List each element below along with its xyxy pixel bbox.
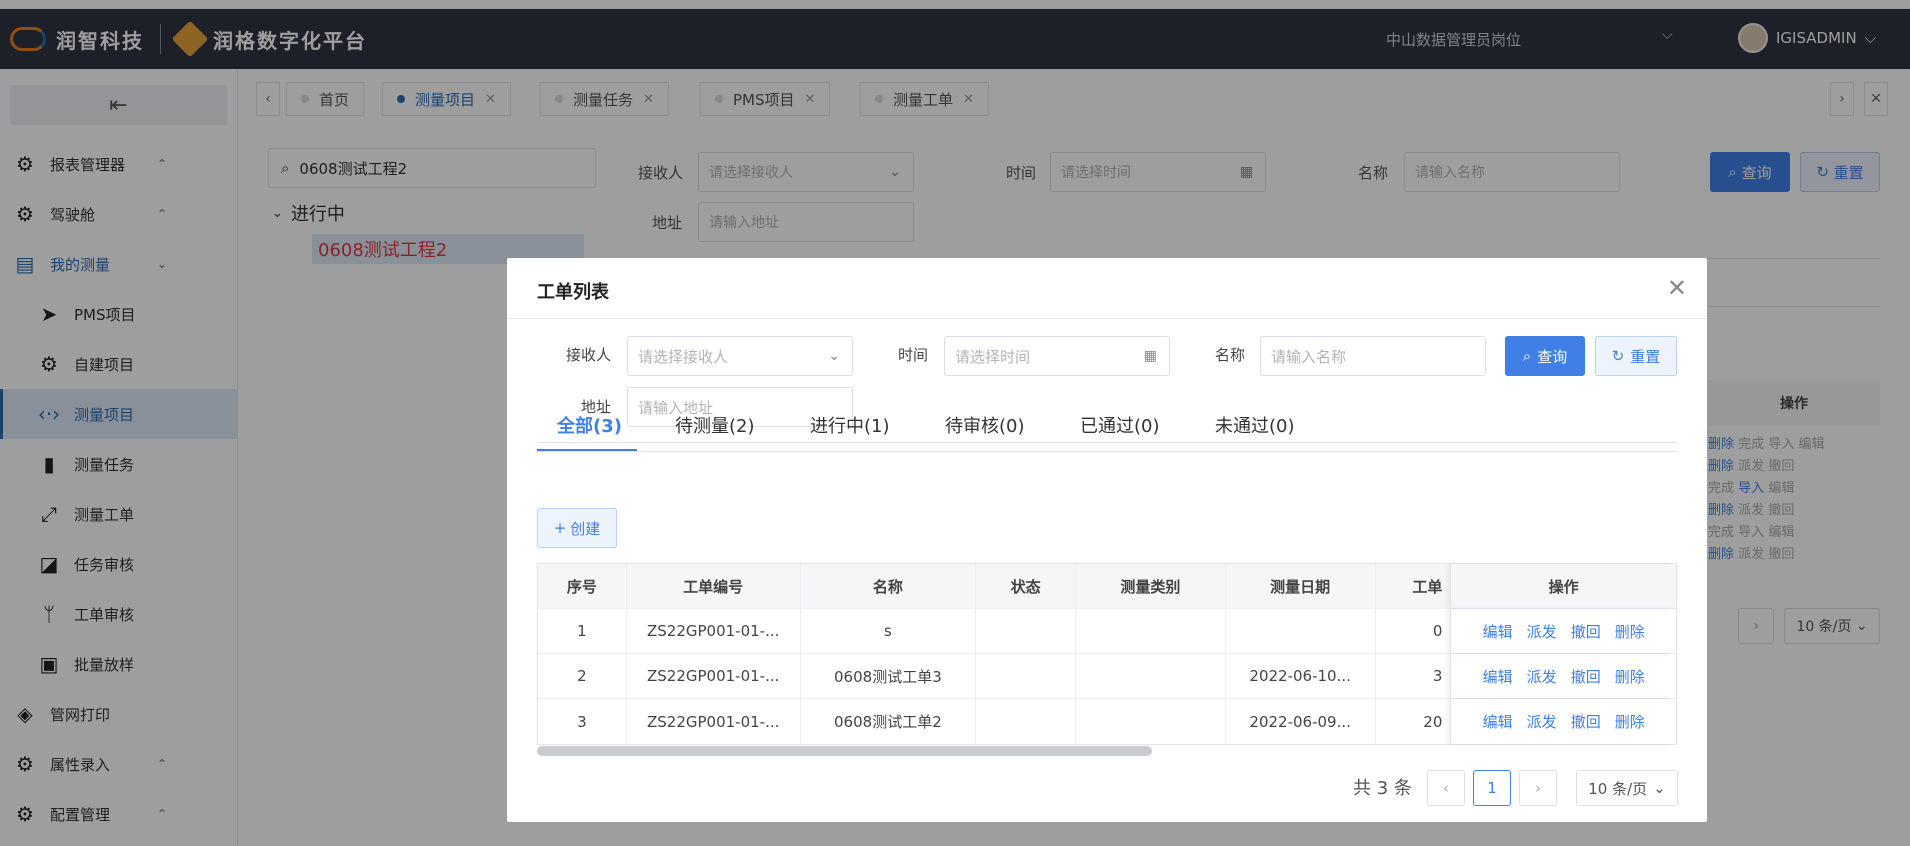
time-picker[interactable]: 请选择时间 ▦ [944,336,1170,376]
tab-pending-review[interactable]: 待审核(0) [945,412,1025,438]
table-cell [1076,699,1226,744]
time-label: 时间 [898,346,929,364]
reset-label: 重置 [1630,347,1661,366]
table-row: 3 ZS22GP001-01-... 0608测试工单2 2022-06-09.… [538,699,1676,744]
divider [507,318,1707,319]
column-header: 工单编号 [627,564,801,608]
workorder-list-dialog: 工单列表 ✕ 接收人 请选择接收人 ⌄ 时间 请选择时间 ▦ 名称 请输入名称 ⌕ 查… [507,258,1707,822]
table-row: 1 ZS22GP001-01-... s 0 编辑 派发 撤回 删除 [538,609,1676,654]
table-cell: 0608测试工单3 [801,654,977,698]
revoke-link[interactable]: 撤回 [1571,666,1601,687]
create-button[interactable]: + 创建 [537,508,617,548]
row-actions: 编辑 派发 撤回 删除 [1451,699,1676,744]
table-header-row: 序号 工单编号 名称 状态 测量类别 测量日期 工单 操作 [538,564,1676,609]
query-button[interactable]: ⌕ 查询 [1505,336,1585,376]
query-label: 查询 [1537,347,1568,366]
table-cell [976,609,1077,653]
column-header: 序号 [538,564,627,608]
table-cell [976,654,1077,698]
refresh-icon: ↻ [1611,347,1625,365]
table-cell: 0 [1376,609,1452,653]
table-cell: 2022-06-10... [1226,654,1376,698]
tab-approved[interactable]: 已通过(0) [1080,412,1160,438]
close-icon[interactable]: ✕ [1667,274,1687,302]
column-header: 操作 [1451,564,1676,608]
table-cell: ZS22GP001-01-... [627,654,801,698]
table-cell: 0608测试工单2 [801,699,977,744]
row-actions: 编辑 派发 撤回 删除 [1451,609,1676,653]
table-cell: 1 [538,609,627,653]
next-page-button[interactable]: › [1519,770,1557,806]
tab-pending-survey[interactable]: 待测量(2) [675,412,755,438]
table-cell: s [801,609,977,653]
delete-link[interactable]: 删除 [1615,711,1645,732]
table-cell: 3 [538,699,627,744]
receiver-placeholder: 请选择接收人 [638,347,729,366]
column-header: 测量类别 [1076,564,1226,608]
row-actions: 编辑 派发 撤回 删除 [1451,654,1676,698]
name-input[interactable]: 请输入名称 [1260,336,1486,376]
table-cell: ZS22GP001-01-... [627,609,801,653]
column-header: 工单 [1376,564,1452,608]
receiver-select[interactable]: 请选择接收人 ⌄ [627,336,853,376]
table-cell: 2022-06-09... [1226,699,1376,744]
divider [537,442,1677,443]
calendar-icon: ▦ [1143,348,1157,364]
horizontal-scrollbar[interactable] [537,746,1152,756]
pagination-total: 共 3 条 [1353,778,1412,799]
page-size-select[interactable]: 10 条/页 ⌄ [1576,770,1678,806]
revoke-link[interactable]: 撤回 [1571,711,1601,732]
table-cell [1076,609,1226,653]
dispatch-link[interactable]: 派发 [1527,621,1557,642]
dispatch-link[interactable]: 派发 [1527,711,1557,732]
workorder-table: 序号 工单编号 名称 状态 测量类别 测量日期 工单 操作 1 ZS22GP00… [537,563,1677,745]
edit-link[interactable]: 编辑 [1483,621,1513,642]
dialog-title: 工单列表 [537,282,609,303]
delete-link[interactable]: 删除 [1615,621,1645,642]
revoke-link[interactable]: 撤回 [1571,621,1601,642]
name-label: 名称 [1215,346,1246,364]
divider [537,451,1677,452]
prev-page-button[interactable]: ‹ [1427,770,1465,806]
create-label: 创建 [570,519,601,538]
edit-link[interactable]: 编辑 [1483,666,1513,687]
chevron-down-icon: ⌄ [1653,779,1666,797]
tab-in-progress[interactable]: 进行中(1) [810,412,890,438]
reset-button[interactable]: ↻ 重置 [1595,336,1677,376]
delete-link[interactable]: 删除 [1615,666,1645,687]
table-cell: 3 [1376,654,1452,698]
receiver-label: 接收人 [566,346,612,364]
chevron-down-icon: ⌄ [828,348,840,364]
table-cell [976,699,1077,744]
table-row: 2 ZS22GP001-01-... 0608测试工单3 2022-06-10.… [538,654,1676,699]
plus-icon: + [553,519,567,537]
table-cell: ZS22GP001-01-... [627,699,801,744]
column-header: 名称 [801,564,977,608]
search-icon: ⌕ [1522,347,1532,365]
edit-link[interactable]: 编辑 [1483,711,1513,732]
dispatch-link[interactable]: 派发 [1527,666,1557,687]
name-placeholder: 请输入名称 [1271,347,1347,366]
tab-all[interactable]: 全部(3) [557,412,622,438]
table-cell [1226,609,1376,653]
table-cell: 2 [538,654,627,698]
tab-rejected[interactable]: 未通过(0) [1215,412,1295,438]
time-placeholder: 请选择时间 [955,347,1031,366]
page-number-button[interactable]: 1 [1473,770,1511,806]
table-cell: 20 [1376,699,1452,744]
page-size-value: 10 条/页 [1588,779,1648,798]
column-header: 测量日期 [1226,564,1376,608]
column-header: 状态 [976,564,1077,608]
table-cell [1076,654,1226,698]
